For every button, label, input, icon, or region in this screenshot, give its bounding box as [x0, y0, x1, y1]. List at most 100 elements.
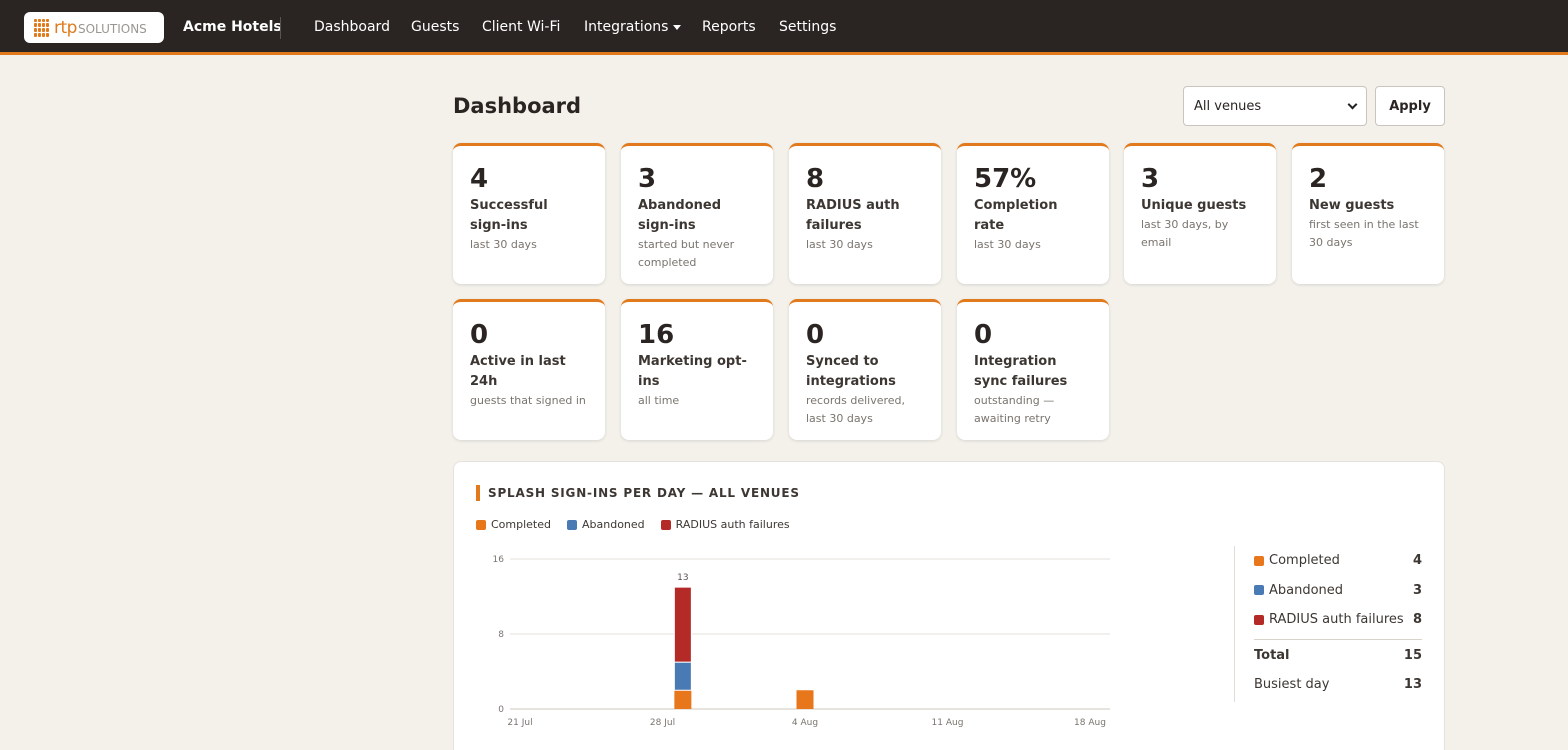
summary-divider: [1254, 638, 1422, 640]
brand-name[interactable]: Acme Hotels: [183, 19, 282, 35]
chart-panel-title: SPLASH SIGN-INS PER DAY — ALL VENUES: [476, 485, 800, 501]
stat-value: 2: [1309, 164, 1328, 194]
venue-select-value: All venues: [1194, 98, 1262, 114]
nav-reports[interactable]: Reports: [702, 19, 756, 35]
stat-card-marketing-optins: 16 Marketing opt-ins all time: [621, 299, 773, 440]
stat-sub: records delivered, last 30 days: [806, 394, 906, 425]
stat-label: RADIUS auth failures: [806, 198, 900, 233]
stat-label: Marketing opt-ins: [638, 354, 747, 389]
legend-swatch-completed: [476, 519, 486, 530]
stat-value: 0: [806, 320, 825, 350]
chevron-down-icon: [1347, 99, 1358, 109]
stat-card-successful-signins: 4 Successful sign-ins last 30 days: [453, 143, 605, 284]
stat-sub: started but never completed: [638, 238, 735, 269]
bar-abandoned: [673, 661, 692, 691]
legend-label-abandoned: Abandoned: [582, 518, 645, 531]
bar-data-label: 13: [677, 573, 688, 583]
y-tick-label: 16: [493, 555, 505, 565]
summary-value: 4: [1412, 553, 1422, 569]
stat-sub: last 30 days: [470, 238, 537, 251]
stat-sub: last 30 days, by email: [1141, 218, 1229, 249]
stat-label: Successful sign-ins: [470, 198, 548, 233]
stat-label: New guests: [1309, 198, 1395, 213]
stat-value: 3: [638, 164, 657, 194]
summary-label: Completed: [1269, 553, 1340, 569]
stat-value: 8: [806, 164, 825, 194]
stat-card-radius-failures: 8 RADIUS auth failures last 30 days: [789, 143, 941, 284]
rtp-solutions-logo[interactable]: rtp SOLUTIONS: [24, 12, 164, 43]
summary-row-busiest-day: Busiest day 13: [1254, 670, 1422, 700]
x-tick-label: 28 Jul: [650, 718, 675, 728]
summary-row-total: Total 15: [1254, 641, 1422, 671]
stat-value: 4: [470, 164, 489, 194]
x-tick-label: 18 Aug: [1074, 718, 1106, 728]
stat-card-sync-failures: 0 Integration sync failures outstanding …: [957, 299, 1109, 440]
bar-radius-failures: [673, 586, 692, 663]
stat-card-synced-integrations: 0 Synced to integrations records deliver…: [789, 299, 941, 440]
stat-sub: outstanding — awaiting retry: [974, 394, 1055, 425]
nav-divider: [280, 17, 281, 39]
summary-value: 3: [1412, 582, 1422, 598]
apply-button[interactable]: Apply: [1375, 86, 1445, 126]
nav-dashboard[interactable]: Dashboard: [314, 19, 390, 35]
stat-value: 0: [470, 320, 489, 350]
x-tick-label: 21 Jul: [507, 718, 532, 728]
x-tick-label: 11 Aug: [932, 718, 964, 728]
stat-label: Abandoned sign-ins: [638, 198, 722, 233]
legend-label-radius: RADIUS auth failures: [675, 518, 790, 531]
stat-sub: guests that signed in: [470, 394, 586, 407]
summary-label: RADIUS auth failures: [1269, 612, 1404, 628]
summary-row-completed: Completed 4: [1254, 546, 1422, 576]
signins-bar-chart: 0 8 16 21 Jul 28 Jul 4 Aug 11 Aug 18 Aug 13: [493, 555, 1110, 728]
summary-swatch-completed: [1254, 555, 1264, 566]
summary-busiest-value: 13: [1403, 677, 1422, 693]
nav-settings[interactable]: Settings: [779, 19, 836, 35]
nav-client-wifi[interactable]: Client Wi-Fi: [482, 19, 560, 35]
y-tick-label: 0: [498, 705, 504, 715]
nav-integrations-label: Integrations: [584, 19, 669, 35]
stat-value: 57%: [974, 164, 1037, 194]
stat-sub: last 30 days: [806, 238, 873, 251]
logo-solutions-text: SOLUTIONS: [77, 22, 147, 36]
legend-label-completed: Completed: [491, 518, 551, 531]
logo-grid-icon: [34, 18, 49, 37]
legend-item-abandoned[interactable]: Abandoned: [567, 518, 645, 531]
stat-card-active-24h: 0 Active in last 24h guests that signed …: [453, 299, 605, 440]
stat-card-abandoned-signins: 3 Abandoned sign-ins started but never c…: [621, 143, 773, 284]
legend-item-completed[interactable]: Completed: [476, 518, 551, 531]
legend-swatch-abandoned: [567, 519, 577, 530]
bar-completed: [796, 690, 814, 709]
stat-sub: last 30 days: [974, 238, 1041, 251]
page-title: Dashboard: [453, 94, 582, 118]
stat-sub: all time: [638, 394, 680, 407]
bar-completed: [674, 690, 692, 709]
stat-label: Completion rate: [974, 198, 1058, 233]
stat-value: 16: [638, 320, 675, 350]
nav-integrations[interactable]: Integrations: [584, 19, 682, 35]
summary-swatch-abandoned: [1254, 585, 1264, 596]
summary-total-value: 15: [1403, 647, 1422, 663]
legend-item-radius[interactable]: RADIUS auth failures: [660, 518, 790, 531]
chart-summary: Completed 4 Abandoned 3 RADIUS auth fail…: [1234, 546, 1422, 702]
y-tick-label: 8: [498, 630, 504, 640]
stat-label: Integration sync failures: [974, 354, 1068, 389]
stat-label: Synced to integrations: [806, 354, 896, 389]
stat-label: Unique guests: [1141, 198, 1247, 213]
stat-value: 0: [974, 320, 993, 350]
stat-card-completion-rate: 57% Completion rate last 30 days: [957, 143, 1109, 284]
venue-select[interactable]: All venues: [1183, 86, 1367, 126]
nav-guests[interactable]: Guests: [411, 19, 459, 35]
logo-rtp-text: rtp: [54, 17, 77, 38]
stat-card-unique-guests: 3 Unique guests last 30 days, by email: [1124, 143, 1276, 284]
signins-chart-panel: SPLASH SIGN-INS PER DAY — ALL VENUES Com…: [453, 461, 1445, 750]
chart-legend: Completed Abandoned RADIUS auth failures: [476, 518, 790, 531]
stat-label: Active in last 24h: [470, 354, 566, 389]
summary-value: 8: [1412, 612, 1422, 628]
summary-swatch-radius: [1254, 614, 1264, 625]
stat-value: 3: [1141, 164, 1160, 194]
summary-total-label: Total: [1254, 647, 1290, 663]
x-tick-label: 4 Aug: [792, 718, 818, 728]
top-navbar: rtp SOLUTIONS Acme Hotels Dashboard Gues…: [0, 0, 1568, 55]
caret-down-icon: [673, 24, 682, 30]
summary-busiest-label: Busiest day: [1254, 677, 1330, 693]
